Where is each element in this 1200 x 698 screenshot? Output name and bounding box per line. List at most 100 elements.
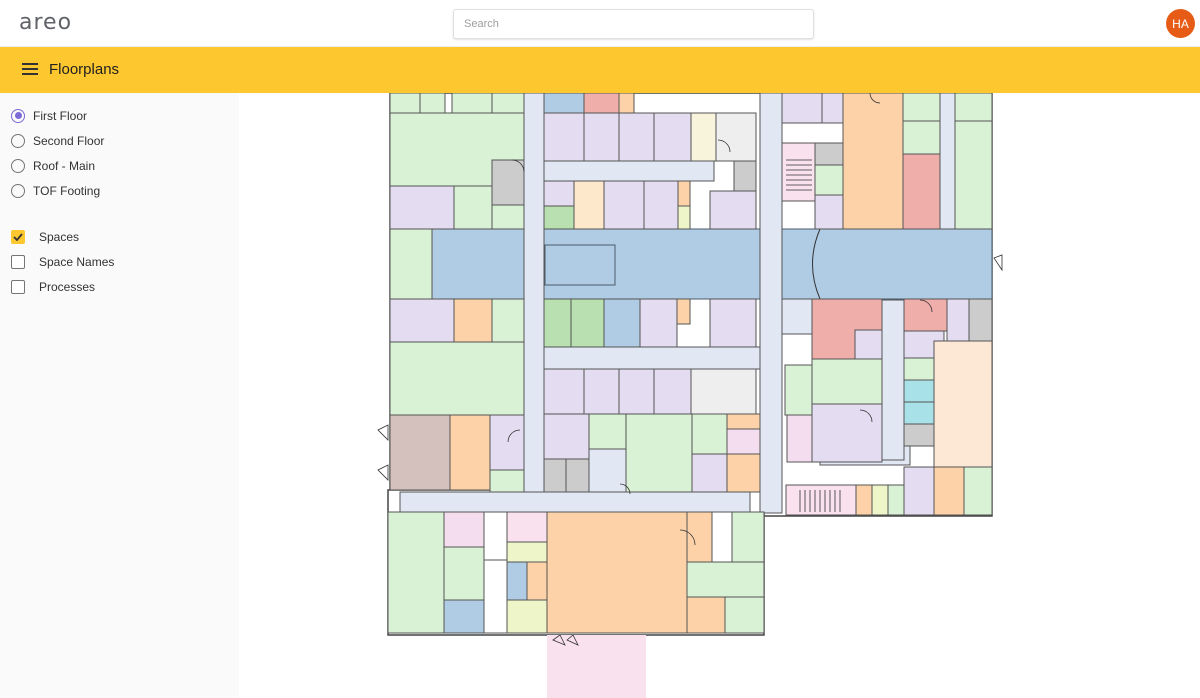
- hall-vertical-left: [523, 93, 545, 504]
- hamburger-menu-icon[interactable]: [22, 63, 38, 77]
- room: [588, 413, 627, 450]
- floor-option-first-floor[interactable]: First Floor: [11, 103, 104, 128]
- room: [506, 541, 548, 563]
- room: [583, 368, 620, 415]
- room: [543, 180, 575, 207]
- room: [902, 153, 941, 230]
- room: [565, 458, 590, 493]
- room: [677, 180, 691, 207]
- room: [676, 298, 691, 325]
- room: [543, 205, 575, 230]
- room: [443, 599, 485, 634]
- room: [814, 142, 844, 166]
- room: [785, 484, 857, 516]
- room: [854, 329, 883, 360]
- floorplan-canvas[interactable]: [239, 93, 1200, 698]
- floor-option-tof-footing[interactable]: TOF Footing: [11, 178, 104, 203]
- room: [855, 484, 873, 516]
- hall-bottom: [399, 491, 751, 513]
- room: [677, 205, 691, 230]
- room: [453, 298, 493, 343]
- room: [887, 484, 905, 516]
- radio-selected-icon[interactable]: [11, 108, 25, 123]
- room: [546, 511, 688, 634]
- room: [543, 93, 585, 114]
- hall-right-vertical: [881, 299, 905, 461]
- room: [690, 368, 757, 415]
- floor-option-label: First Floor: [33, 108, 87, 123]
- room: [543, 112, 585, 162]
- room: [784, 364, 813, 416]
- room: [709, 298, 757, 348]
- checkbox-unchecked-icon[interactable]: [11, 279, 25, 294]
- room: [489, 469, 525, 493]
- checkbox-checked-icon[interactable]: [11, 229, 25, 244]
- layer-option-label: Space Names: [39, 254, 115, 269]
- room: [686, 561, 765, 598]
- room: [570, 298, 605, 348]
- room: [726, 413, 761, 430]
- floor-option-roof-main[interactable]: Roof - Main: [11, 153, 104, 178]
- room: [443, 511, 485, 548]
- room: [643, 180, 679, 230]
- room: [506, 561, 528, 601]
- room: [903, 423, 935, 447]
- room: [603, 298, 641, 348]
- room: [686, 511, 713, 563]
- room: [506, 511, 548, 543]
- room: [573, 180, 605, 230]
- room: [903, 379, 935, 403]
- hall-lower-a: [543, 346, 761, 370]
- room: [389, 414, 451, 491]
- radio-unselected-icon[interactable]: [11, 183, 25, 198]
- room: [715, 112, 757, 162]
- room: [389, 185, 455, 230]
- room: [618, 368, 655, 415]
- room: [653, 112, 692, 162]
- room: [639, 298, 678, 348]
- room: [451, 93, 493, 114]
- floorplan-drawing[interactable]: [239, 93, 1200, 698]
- user-avatar[interactable]: HA: [1166, 9, 1195, 38]
- room: [491, 298, 525, 348]
- layer-option-processes[interactable]: Processes: [11, 274, 114, 299]
- room: [588, 448, 627, 493]
- radio-unselected-icon[interactable]: [11, 158, 25, 173]
- floor-option-label: Roof - Main: [33, 158, 96, 173]
- room: [389, 341, 525, 416]
- room: [726, 428, 761, 455]
- room: [933, 466, 965, 516]
- room: [946, 298, 970, 342]
- checkbox-unchecked-icon[interactable]: [11, 254, 25, 269]
- app-logo: areo: [19, 10, 73, 35]
- room: [443, 546, 485, 601]
- room: [583, 93, 620, 114]
- room: [543, 298, 572, 348]
- room: [653, 368, 692, 415]
- room: [781, 93, 823, 124]
- room: [814, 194, 844, 230]
- room: [963, 466, 993, 516]
- room: [903, 357, 935, 381]
- room: [903, 466, 935, 516]
- layer-option-spaces[interactable]: Spaces: [11, 224, 114, 249]
- floor-option-second-floor[interactable]: Second Floor: [11, 128, 104, 153]
- layer-option-label: Processes: [39, 279, 96, 294]
- room: [506, 599, 548, 634]
- room: [543, 413, 590, 460]
- radio-unselected-icon[interactable]: [11, 133, 25, 148]
- entrance-walkway: [547, 635, 646, 698]
- room: [419, 93, 446, 114]
- hall-vertical-right: [759, 93, 783, 514]
- room: [902, 120, 941, 155]
- room: [583, 112, 620, 162]
- room: [686, 596, 726, 634]
- room: [968, 298, 993, 342]
- floor-option-label: Second Floor: [33, 133, 105, 148]
- layer-option-space-names[interactable]: Space Names: [11, 249, 114, 274]
- room: [871, 484, 889, 516]
- search-input[interactable]: [453, 9, 814, 39]
- room: [489, 414, 525, 471]
- room: [781, 142, 816, 202]
- room: [483, 559, 508, 634]
